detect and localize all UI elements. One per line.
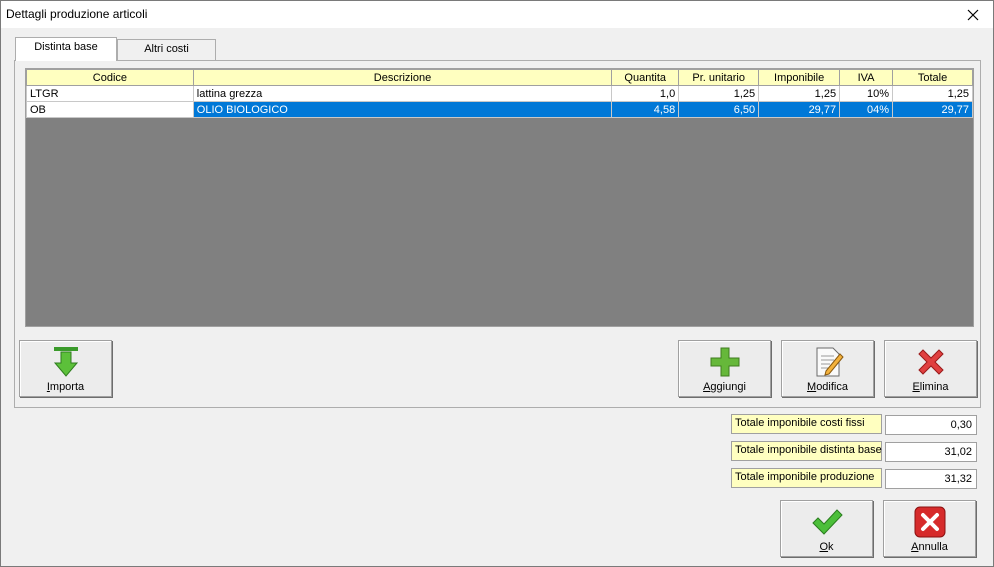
arrow-down-icon: [53, 347, 79, 377]
cancel-icon: [914, 506, 946, 538]
label-totale-costi-fissi: Totale imponibile costi fissi: [731, 414, 882, 434]
cell-iva[interactable]: 10%: [839, 85, 894, 102]
cell-imponibile[interactable]: 29,77: [758, 101, 841, 118]
cell-prezzo[interactable]: 1,25: [678, 85, 760, 102]
value-totale-distinta-base[interactable]: 31,02: [885, 442, 977, 462]
modifica-label: Modifica: [807, 381, 848, 393]
cell-iva[interactable]: 04%: [839, 101, 894, 118]
aggiungi-label: Aggiungi: [703, 381, 746, 393]
table-row[interactable]: LTGR lattina grezza 1,0 1,25 1,25 10% 1,…: [26, 85, 973, 102]
annulla-label: Annulla: [911, 541, 948, 553]
cell-quantita[interactable]: 4,58: [611, 101, 680, 118]
aggiungi-button[interactable]: Aggiungi: [678, 340, 771, 397]
col-header-descrizione[interactable]: Descrizione: [192, 69, 613, 86]
importa-button[interactable]: Importa: [19, 340, 112, 397]
title-bar: Dettagli produzione articoli: [1, 1, 993, 28]
cell-descrizione[interactable]: lattina grezza: [192, 85, 613, 102]
delete-x-icon: [918, 349, 944, 375]
cell-descrizione[interactable]: OLIO BIOLOGICO: [192, 101, 613, 118]
cell-codice[interactable]: LTGR: [26, 85, 194, 102]
table-row-selected[interactable]: OB OLIO BIOLOGICO 4,58 6,50 29,77 04% 29…: [26, 101, 973, 118]
edit-document-icon: [816, 347, 844, 377]
cell-quantita[interactable]: 1,0: [611, 85, 680, 102]
elimina-label: Elimina: [912, 381, 949, 393]
cell-totale[interactable]: 1,25: [892, 85, 973, 102]
col-header-prezzo-unitario[interactable]: Pr. unitario: [678, 69, 760, 86]
label-totale-produzione: Totale imponibile produzione: [731, 468, 882, 488]
cell-codice[interactable]: OB: [26, 101, 194, 118]
bom-grid[interactable]: Codice Descrizione Quantita Pr. unitario…: [25, 68, 974, 327]
importa-label: Importa: [46, 381, 85, 393]
cell-totale[interactable]: 29,77: [892, 101, 973, 118]
plus-icon: [710, 347, 740, 377]
modifica-button[interactable]: Modifica: [781, 340, 874, 397]
window-title: Dettagli produzione articoli: [6, 7, 148, 21]
elimina-button[interactable]: Elimina: [884, 340, 977, 397]
cell-imponibile[interactable]: 1,25: [758, 85, 841, 102]
value-totale-produzione[interactable]: 31,32: [885, 469, 977, 489]
label-totale-distinta-base: Totale imponibile distinta base: [731, 441, 882, 461]
tab-altri-costi[interactable]: Altri costi: [117, 39, 216, 60]
col-header-iva[interactable]: IVA: [839, 69, 894, 86]
col-header-imponibile[interactable]: Imponibile: [758, 69, 841, 86]
bom-table: Codice Descrizione Quantita Pr. unitario…: [26, 69, 973, 118]
tab-distinta-base[interactable]: Distinta base: [15, 37, 117, 61]
ok-button[interactable]: Ok: [780, 500, 873, 557]
col-header-totale[interactable]: Totale: [892, 69, 973, 86]
tab-panel-distinta-base: Codice Descrizione Quantita Pr. unitario…: [14, 60, 981, 408]
tab-label: Altri costi: [144, 43, 189, 55]
table-header-row: Codice Descrizione Quantita Pr. unitario…: [26, 69, 973, 86]
col-header-quantita[interactable]: Quantita: [611, 69, 680, 86]
annulla-button[interactable]: Annulla: [883, 500, 976, 557]
close-button[interactable]: [953, 1, 993, 28]
tab-label: Distinta base: [34, 41, 98, 53]
check-icon: [812, 509, 843, 535]
dialog-window: Dettagli produzione articoli Distinta ba…: [0, 0, 994, 567]
cell-prezzo[interactable]: 6,50: [678, 101, 760, 118]
ok-label: Ok: [819, 541, 834, 553]
value-totale-costi-fissi[interactable]: 0,30: [885, 415, 977, 435]
col-header-codice[interactable]: Codice: [26, 69, 194, 86]
close-icon: [967, 9, 979, 20]
